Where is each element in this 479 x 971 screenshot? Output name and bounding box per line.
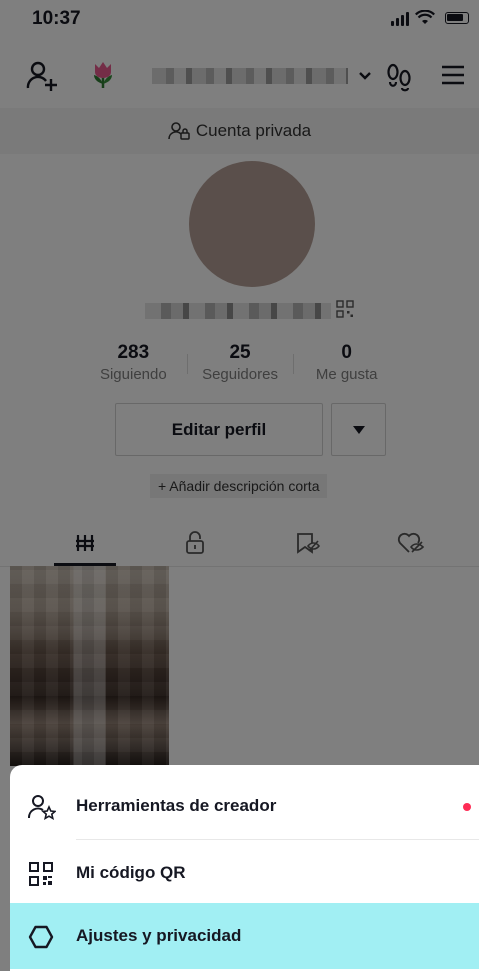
creator-tools-icon	[28, 795, 56, 820]
qr-code-icon	[29, 862, 53, 886]
menu-item-label: Mi código QR	[76, 863, 186, 882]
menu-item-settings[interactable]: Ajustes y privacidad	[10, 903, 479, 969]
menu-item-label: Ajustes y privacidad	[76, 926, 242, 945]
menu-item-label: Herramientas de creador	[76, 796, 277, 815]
menu-item-creator-tools[interactable]: Herramientas de creador	[10, 773, 479, 839]
bottom-sheet-menu: Herramientas de creador Mi código QR Aju…	[10, 765, 479, 971]
notification-dot	[463, 803, 471, 811]
settings-icon	[28, 925, 54, 949]
profile-screen: 10:37	[0, 0, 479, 971]
menu-item-qr-code[interactable]: Mi código QR	[10, 840, 479, 906]
